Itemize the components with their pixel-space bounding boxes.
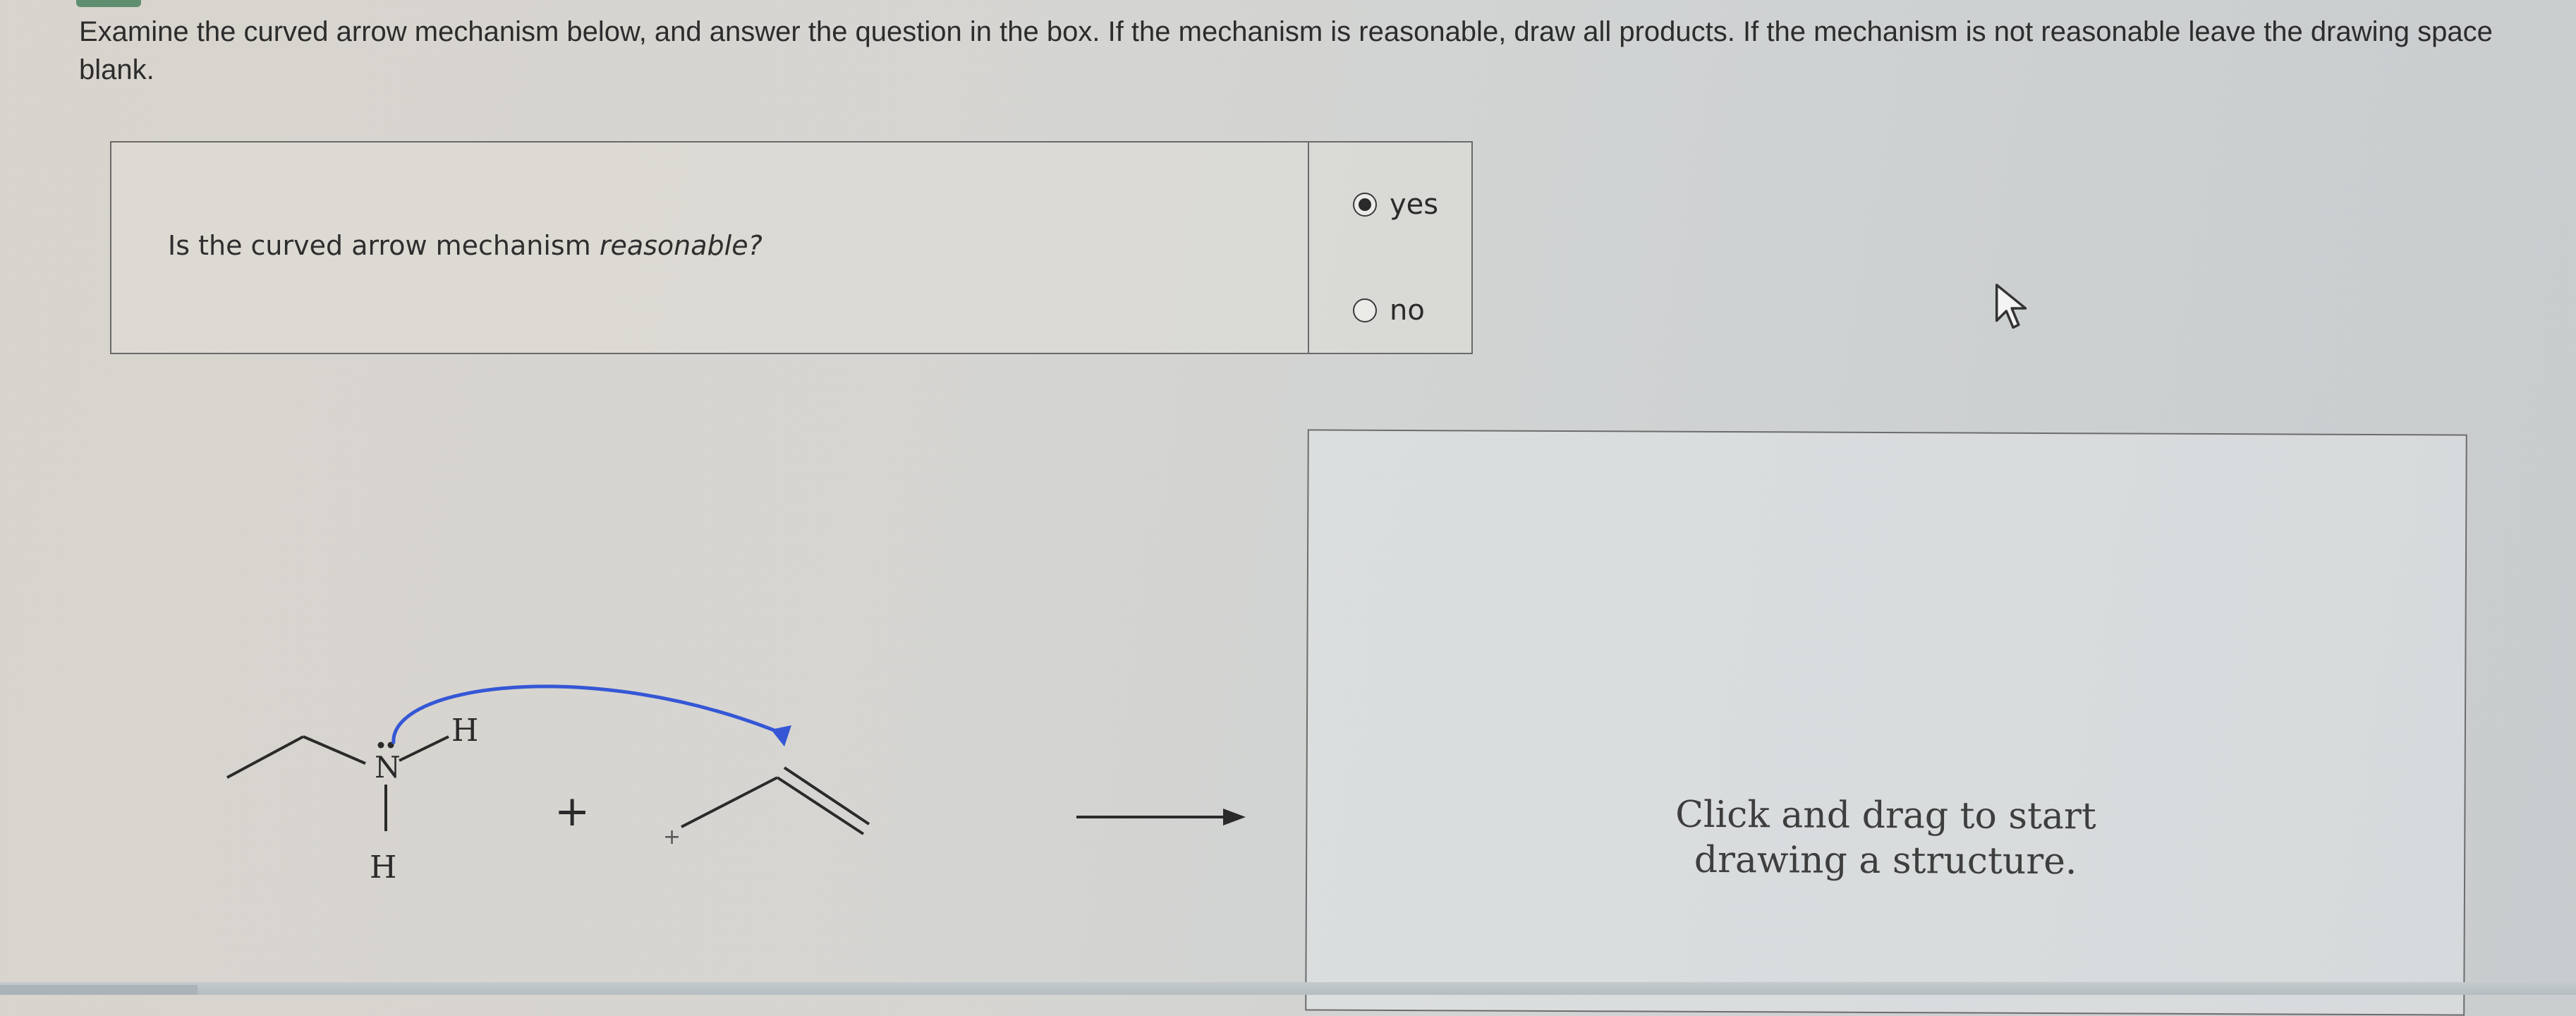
drawing-hint: Click and drag to start drawing a struct… [1675,793,2096,883]
radio-yes[interactable] [1353,193,1377,217]
option-no-label: no [1390,294,1425,327]
radio-no[interactable] [1353,298,1377,322]
hydrogen-top-label: H [451,713,478,749]
question-main: Is the curved arrow mechanism [168,230,600,261]
nitrogen-label: N [375,750,401,785]
option-no[interactable]: no [1309,289,1471,332]
plus-sign: + [554,787,590,836]
reaction-scheme: N H H + + [226,684,1246,885]
bottom-tab [0,985,198,995]
instructions-text: Examine the curved arrow mechanism below… [79,16,2493,85]
question-box: Is the curved arrow mechanism reasonable… [110,141,1473,354]
question-emphasis: reasonable? [599,230,763,261]
ethyl-bond-2 [303,735,366,765]
drawing-canvas[interactable]: Click and drag to start drawing a struct… [1305,429,2467,1016]
mouse-pointer-icon [1995,284,2027,329]
n-h-bond [399,735,449,762]
option-yes[interactable]: yes [1309,183,1471,226]
allyl-single-bond [681,776,778,828]
answer-cell: yes no [1309,143,1471,353]
top-tab-indicator [76,0,141,7]
ethyl-bond-1 [226,735,304,779]
hydrogen-bottom-label: H [370,849,396,885]
lone-pair-dot-left [377,742,384,749]
allyl-double-bond-a [776,776,865,835]
positive-charge: + [663,825,681,849]
bottom-strip [0,982,2576,995]
reaction-arrow-head [1223,809,1246,826]
option-yes-label: yes [1390,188,1439,221]
question-text: Is the curved arrow mechanism reasonable… [168,230,763,261]
allyl-double-bond-b [783,766,870,826]
question-cell: Is the curved arrow mechanism reasonable… [111,143,1309,353]
